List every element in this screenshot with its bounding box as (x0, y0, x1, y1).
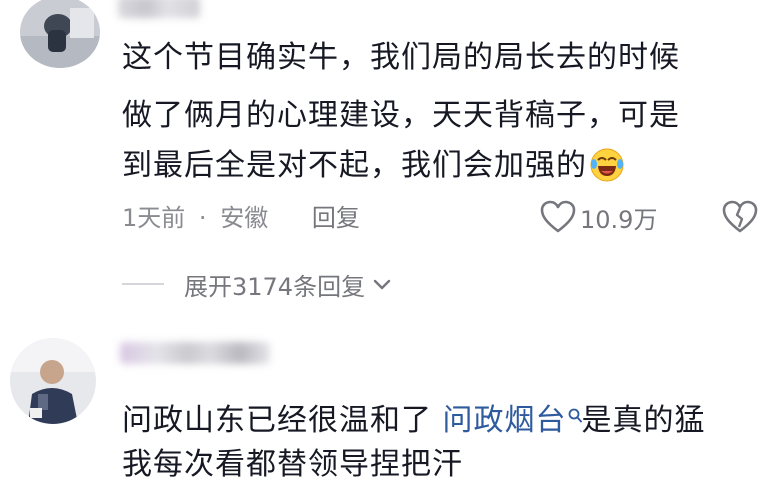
expand-replies-button[interactable]: 展开3174条回复 (122, 264, 393, 304)
avatar-comment1[interactable] (20, 0, 100, 68)
heart-outline-icon (540, 200, 576, 233)
comment2-text-line1: 问政山东已经很温和了 问政烟台 是真的猛 (122, 395, 706, 441)
username-comment2-blurred[interactable] (120, 342, 270, 364)
dislike-button[interactable] (722, 200, 758, 238)
comment2-text-line2: 我每次看都替领导捏把汗 (122, 447, 463, 482)
search-icon[interactable] (568, 395, 582, 435)
comment1-time: 1天前 (122, 204, 186, 232)
like-button[interactable]: 10.9万 (540, 199, 657, 235)
username-comment1-blurred[interactable] (118, 0, 200, 18)
comment1-meta: 1天前 · 安徽 回复 (122, 201, 360, 235)
broken-heart-icon (722, 200, 758, 233)
meta-separator: · (198, 204, 207, 232)
search-link-wenzheng-yantai[interactable]: 问政烟台 (443, 403, 567, 438)
comment2-text-suffix: 是真的猛 (581, 403, 706, 438)
comment1-text-line2: 做了俩月的心理建设，天天背稿子，可是 (122, 98, 680, 133)
comment1-text-line3: 到最后全是对不起，我们会加强的 (122, 146, 625, 186)
expand-divider (122, 283, 164, 285)
avatar-comment2[interactable] (10, 338, 96, 424)
expand-replies-label: 展开3174条回复 (184, 272, 366, 301)
comment1-text-line1: 这个节目确实牛，我们局的局长去的时候 (122, 40, 680, 75)
comment1-text-line3-content: 到最后全是对不起，我们会加强的 (122, 148, 587, 183)
chevron-down-icon (373, 279, 391, 290)
laugh-cry-emoji-icon (589, 146, 625, 182)
reply-button[interactable]: 回复 (312, 204, 360, 232)
like-count: 10.9万 (580, 205, 658, 234)
comment1-location: 安徽 (220, 204, 269, 232)
comment2-text-prefix: 问政山东已经很温和了 (122, 403, 443, 438)
